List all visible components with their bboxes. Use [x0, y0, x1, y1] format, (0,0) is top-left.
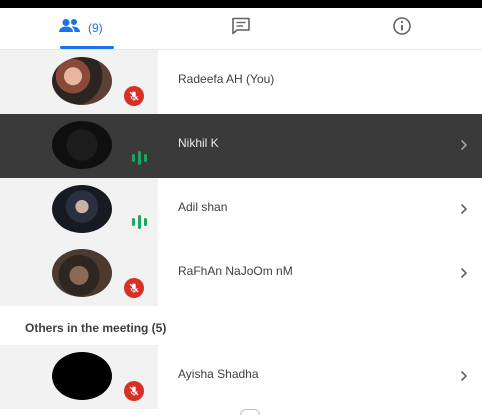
- participant-row[interactable]: Ayisha Shadha: [0, 345, 482, 409]
- participant-row[interactable]: Adil shan: [0, 178, 482, 242]
- bottom-sheet-handle[interactable]: [240, 409, 260, 415]
- participant-thumbnail: [0, 242, 158, 306]
- avatar: [52, 249, 112, 297]
- participant-name: Nikhil K: [178, 136, 219, 150]
- chevron-right-icon[interactable]: [457, 364, 471, 388]
- avatar: [52, 185, 112, 233]
- participant-thumbnail: [0, 114, 158, 178]
- avatar: [52, 57, 112, 105]
- info-icon: [392, 16, 412, 41]
- participant-name: Adil shan: [178, 200, 228, 214]
- tab-info[interactable]: [321, 8, 482, 48]
- participant-name: Ayisha Shadha: [178, 367, 259, 381]
- chat-icon: [231, 17, 251, 40]
- participant-name: Radeefa AH (You): [178, 72, 275, 86]
- participant-row[interactable]: RaFhAn NaJoOm nM: [0, 242, 482, 306]
- speaking-indicator-icon: [127, 149, 151, 167]
- others-section-title: Others in the meeting (5): [25, 321, 167, 335]
- tab-chat[interactable]: [161, 8, 322, 48]
- participant-row[interactable]: Radeefa AH (You): [0, 50, 482, 114]
- people-icon: [58, 18, 82, 39]
- participant-list: Radeefa AH (You) Nikhil K Adil shan RaFh…: [0, 50, 482, 306]
- meeting-tabs: (9): [0, 8, 482, 48]
- participant-row[interactable]: Nikhil K: [0, 114, 482, 178]
- status-bar: [0, 0, 482, 8]
- speaking-indicator-icon: [127, 213, 151, 231]
- avatar: [52, 352, 112, 400]
- participant-thumbnail: [0, 178, 158, 242]
- tab-people[interactable]: (9): [0, 8, 161, 48]
- avatar: [52, 121, 112, 169]
- chevron-right-icon[interactable]: [457, 261, 471, 285]
- mic-off-icon: [124, 278, 144, 298]
- chevron-right-icon[interactable]: [457, 133, 471, 157]
- participant-name: RaFhAn NaJoOm nM: [178, 264, 293, 278]
- participant-thumbnail: [0, 50, 158, 114]
- people-count: (9): [88, 21, 103, 35]
- mic-off-icon: [124, 86, 144, 106]
- chevron-right-icon[interactable]: [457, 197, 471, 221]
- participant-thumbnail: [0, 345, 158, 409]
- mic-off-icon: [124, 381, 144, 401]
